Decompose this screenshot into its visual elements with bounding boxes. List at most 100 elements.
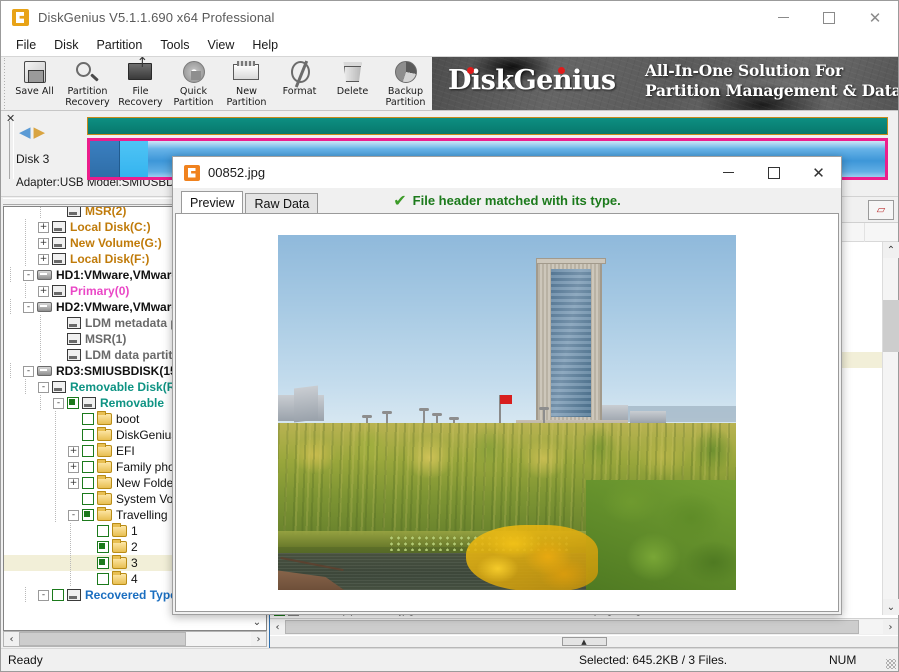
file-list-vscroll-thumb[interactable]: [883, 300, 899, 352]
file-list-tool-button[interactable]: ▱: [868, 200, 894, 220]
tree-item-checkbox[interactable]: [82, 477, 94, 489]
tree-item-checkbox[interactable]: [52, 589, 64, 601]
tab-preview[interactable]: Preview: [181, 191, 243, 213]
drive-icon: [67, 333, 81, 345]
tree-hscroll-track[interactable]: [19, 632, 251, 646]
menu-file[interactable]: File: [7, 36, 45, 55]
menu-partition[interactable]: Partition: [87, 36, 151, 55]
expand-icon[interactable]: +: [38, 254, 49, 265]
maximize-button[interactable]: [806, 1, 852, 34]
scroll-right-icon[interactable]: ›: [251, 632, 266, 646]
tree-item-checkbox[interactable]: [82, 429, 94, 441]
scroll-right-icon[interactable]: ›: [883, 620, 898, 634]
file-list-vertical-scrollbar[interactable]: ⌃ ⌄: [882, 242, 898, 615]
close-button[interactable]: ✕: [852, 1, 898, 34]
tree-indent: [4, 571, 83, 587]
tree-hscroll-thumb[interactable]: [19, 632, 186, 646]
tree-item-checkbox[interactable]: [82, 509, 94, 521]
brand-dot-i2: [558, 67, 565, 74]
chevron-left-icon[interactable]: ◀: [19, 125, 31, 140]
expand-icon[interactable]: +: [68, 462, 79, 473]
delete-button[interactable]: Delete: [326, 57, 379, 110]
expand-icon[interactable]: +: [38, 222, 49, 233]
expand-icon[interactable]: +: [68, 478, 79, 489]
tree-item-checkbox[interactable]: [97, 557, 109, 569]
dialog-close-button[interactable]: ✕: [796, 157, 841, 188]
tree-leaf-spacer: [68, 430, 79, 441]
disk-header-bar[interactable]: [87, 117, 888, 135]
tree-indent: [4, 539, 83, 555]
tree-item-checkbox[interactable]: [97, 541, 109, 553]
backup-partition-button[interactable]: Backup Partition: [379, 57, 432, 110]
tree-horizontal-scrollbar[interactable]: ‹ ›: [3, 631, 267, 647]
hdd-icon: [37, 366, 52, 376]
expand-icon[interactable]: +: [38, 286, 49, 297]
close-icon[interactable]: ✕: [6, 112, 15, 125]
tree-item-checkbox[interactable]: [82, 493, 94, 505]
collapse-icon[interactable]: -: [23, 270, 34, 281]
toolbar-drag-handle[interactable]: [1, 57, 8, 110]
save-all-button[interactable]: Save All: [8, 57, 61, 110]
drive-icon: [52, 381, 66, 393]
partition-recovery-icon: [73, 60, 103, 86]
collapse-icon[interactable]: -: [23, 366, 34, 377]
backup-partition-icon: [391, 60, 421, 86]
pane-splitter[interactable]: ▲: [270, 635, 898, 648]
quick-partition-button[interactable]: Quick Partition: [167, 57, 220, 110]
tree-item-checkbox[interactable]: [82, 445, 94, 457]
tree-leaf-spacer: [68, 414, 79, 425]
tree-scroll-down-icon[interactable]: ⌄: [250, 615, 264, 629]
file-list-horizontal-scrollbar[interactable]: ‹ ›: [270, 618, 898, 635]
tree-indent: [4, 235, 38, 251]
scroll-down-icon[interactable]: ⌄: [883, 599, 899, 615]
collapse-icon[interactable]: -: [53, 398, 64, 409]
tree-indent: [4, 507, 68, 523]
folder-icon: [97, 477, 112, 489]
tree-leaf-spacer: [83, 574, 94, 585]
dialog-titlebar[interactable]: 00852.jpg ✕: [173, 157, 841, 188]
expand-icon[interactable]: +: [38, 238, 49, 249]
collapse-icon[interactable]: -: [38, 590, 49, 601]
photo-pine-trees: [586, 480, 736, 590]
panel-drag-handle[interactable]: [9, 121, 14, 179]
chevron-right-icon[interactable]: ▶: [34, 125, 46, 140]
scroll-left-icon[interactable]: ‹: [270, 620, 285, 634]
new-partition-button[interactable]: New Partition: [220, 57, 273, 110]
check-mark-icon: ✔: [393, 191, 406, 210]
window-controls: ✕: [760, 1, 898, 34]
delete-icon: [338, 60, 368, 86]
tree-item-checkbox[interactable]: [82, 413, 94, 425]
splitter-collapse-icon[interactable]: ▲: [562, 637, 607, 646]
menu-help[interactable]: Help: [243, 36, 287, 55]
tree-indent: [4, 475, 68, 491]
menu-view[interactable]: View: [199, 36, 244, 55]
dialog-maximize-button[interactable]: [751, 157, 796, 188]
tree-indent: [4, 206, 53, 219]
tree-indent: [4, 299, 23, 315]
menu-disk[interactable]: Disk: [45, 36, 87, 55]
tree-item-label: New Folde: [116, 476, 173, 490]
tree-item-checkbox[interactable]: [82, 461, 94, 473]
scroll-left-icon[interactable]: ‹: [4, 632, 19, 646]
resize-grip-icon[interactable]: [886, 659, 896, 669]
tree-item-checkbox[interactable]: [97, 573, 109, 585]
menu-tools[interactable]: Tools: [151, 36, 198, 55]
file-list-hscroll-track[interactable]: [285, 620, 883, 634]
minimize-button[interactable]: [760, 1, 806, 34]
tree-indent: [4, 491, 68, 507]
file-recovery-button[interactable]: File Recovery: [114, 57, 167, 110]
tab-raw-data[interactable]: Raw Data: [245, 193, 318, 213]
format-button[interactable]: Format: [273, 57, 326, 110]
tree-item-checkbox[interactable]: [97, 525, 109, 537]
collapse-icon[interactable]: -: [68, 510, 79, 521]
collapse-icon[interactable]: -: [23, 302, 34, 313]
dialog-minimize-button[interactable]: [706, 157, 751, 188]
scroll-up-icon[interactable]: ⌃: [883, 242, 899, 258]
partition-recovery-button[interactable]: Partition Recovery: [61, 57, 114, 110]
delete-label: Delete: [325, 87, 381, 98]
file-list-hscroll-thumb[interactable]: [285, 620, 859, 634]
collapse-icon[interactable]: -: [38, 382, 49, 393]
tree-item-checkbox[interactable]: [67, 397, 79, 409]
banner-tagline: All-In-One Solution For Partition Manage…: [645, 61, 898, 101]
expand-icon[interactable]: +: [68, 446, 79, 457]
